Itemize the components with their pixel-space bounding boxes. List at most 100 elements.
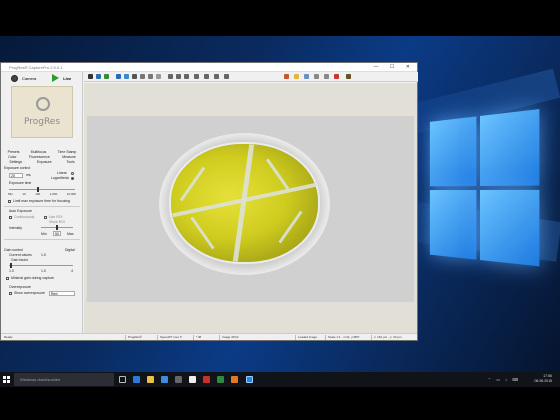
calculator-icon[interactable]	[189, 376, 196, 383]
toolbar	[84, 72, 418, 82]
status-ready: Ready	[4, 335, 13, 339]
text-icon[interactable]	[224, 74, 229, 79]
app-window: ProgRes® CapturePro 2.9.0.1 — ☐ ✕ Camera…	[0, 62, 418, 341]
scale-icon[interactable]	[324, 74, 329, 79]
micrasterias-cell	[171, 144, 318, 262]
task-view-icon[interactable]	[119, 376, 126, 383]
intensity-min: Min	[41, 232, 47, 236]
cell-groove	[190, 216, 215, 250]
live-play-icon[interactable]	[52, 74, 60, 82]
app-icon[interactable]	[231, 376, 238, 383]
show-overexposure-checkbox[interactable]	[9, 292, 12, 295]
linear-radio[interactable]	[71, 172, 74, 175]
left-panel: Camera Live ProgRes Presets Multifocus T…	[1, 72, 83, 334]
current-values-label: Current values	[9, 253, 32, 257]
measure-icon[interactable]	[314, 74, 319, 79]
logarithmic-radio[interactable]	[71, 177, 74, 180]
select-icon[interactable]	[116, 74, 121, 79]
exposure-value-input[interactable]: 20	[9, 173, 23, 178]
screen: ProgRes® CapturePro 2.9.0.1 — ☐ ✕ Camera…	[0, 0, 560, 420]
exposure-unit: ms	[26, 173, 31, 177]
minimal-gain-checkbox[interactable]	[6, 277, 9, 280]
camera-label: Camera	[22, 75, 37, 81]
use-roi-checkbox[interactable]	[44, 216, 47, 219]
rect-icon[interactable]	[184, 74, 189, 79]
gain-factor-value: 1.0	[41, 269, 46, 273]
system-tray-icons[interactable]: ⌃ ▭ ♪ ⌨	[488, 377, 520, 382]
exposure-time-label: Exposure time	[9, 181, 32, 185]
logo-text: ProgRes	[23, 117, 61, 127]
tick-label: 100	[35, 192, 41, 196]
progres-taskbar-icon[interactable]	[246, 376, 253, 383]
limit-exposure-checkbox[interactable]	[8, 200, 11, 203]
zoom-icon[interactable]	[132, 74, 137, 79]
windows-logo	[429, 109, 540, 273]
angle-icon[interactable]	[204, 74, 209, 79]
status-pixel: x: 161 µm · y: 20 µm	[371, 335, 415, 340]
intensity-slider-thumb[interactable]	[56, 225, 58, 230]
micrograph-image[interactable]	[87, 116, 414, 302]
arrow-icon[interactable]	[194, 74, 199, 79]
circle-icon[interactable]	[214, 74, 219, 79]
settings-tool-icon[interactable]	[346, 74, 351, 79]
camera-row: Camera Live	[1, 72, 82, 84]
cell-groove	[179, 166, 206, 202]
tab-settings[interactable]: Settings	[9, 160, 22, 165]
continuously-checkbox[interactable]	[9, 216, 12, 219]
settings-tabs: Presets Multifocus Time Stamp Color Fluo…	[2, 150, 82, 165]
tick-label: 10,000	[66, 192, 76, 196]
gain-slider[interactable]	[9, 265, 73, 266]
image-icon[interactable]	[104, 74, 109, 79]
use-roi-label: Use ROI	[49, 215, 63, 219]
exposure-slider[interactable]	[9, 189, 75, 190]
overexposure-color-select[interactable]: Red	[49, 291, 75, 296]
logo-mark-icon	[36, 97, 50, 111]
gain-control-label: Gain control	[4, 248, 23, 252]
overexposure-label: Overexposure	[9, 285, 31, 289]
edge-icon[interactable]	[133, 376, 140, 383]
color-picker-icon[interactable]	[334, 74, 339, 79]
status-camera: ProgRes®	[125, 335, 155, 340]
intensity-value-input[interactable]: 50	[53, 231, 61, 236]
divider	[4, 206, 80, 207]
tab-exposure[interactable]: Exposure	[37, 160, 52, 165]
fit-icon[interactable]	[124, 74, 129, 79]
window-controls[interactable]: — ☐ ✕	[374, 63, 415, 72]
folder-icon[interactable]	[294, 74, 299, 79]
pointer-icon[interactable]	[168, 74, 173, 79]
app-icon[interactable]	[175, 376, 182, 383]
zoom-out-icon[interactable]	[148, 74, 153, 79]
gain-slider-thumb[interactable]	[10, 263, 12, 268]
window-title: ProgRes® CapturePro 2.9.0.1	[9, 65, 63, 70]
app-icon[interactable]	[217, 376, 224, 383]
store-icon[interactable]	[161, 376, 168, 383]
gain-mode: Digital	[65, 248, 75, 252]
image-viewer[interactable]	[84, 83, 417, 333]
exposure-control-label: Exposure control	[4, 166, 31, 170]
auto-exposure-label: Auto Exposure	[9, 209, 32, 213]
zoom-fit-icon[interactable]	[156, 74, 161, 79]
save-icon[interactable]	[96, 74, 101, 79]
color-tool-icon[interactable]	[284, 74, 289, 79]
camera-tool-icon[interactable]	[88, 74, 93, 79]
app-icon[interactable]	[203, 376, 210, 383]
logarithmic-label: Logarithmic	[51, 176, 70, 180]
tick-label: Min	[8, 192, 13, 196]
taskbar-search[interactable]: Windows durchsuchen	[14, 373, 114, 386]
explorer-icon[interactable]	[147, 376, 154, 383]
cell-groove	[265, 158, 290, 190]
clock[interactable]: 17:56 06.06.2015	[534, 374, 552, 384]
start-button[interactable]	[3, 376, 10, 383]
pen-icon[interactable]	[304, 74, 309, 79]
camera-icon[interactable]	[11, 74, 18, 82]
tab-tools[interactable]: Tools	[66, 160, 74, 165]
zoom-in-icon[interactable]	[140, 74, 145, 79]
current-values: 1.0	[41, 253, 46, 257]
gain-factor-max: 4	[71, 269, 73, 273]
line-icon[interactable]	[176, 74, 181, 79]
status-speed: SpeedXT core 5	[157, 335, 191, 340]
status-bar: Ready ProgRes® SpeedXT core 5 *.tiff Ima…	[1, 333, 417, 340]
taskbar: Windows durchsuchen ⌃ ▭ ♪ ⌨ 17:56 06.06.…	[0, 372, 560, 387]
live-button[interactable]: Live	[63, 76, 71, 81]
gain-factor-min: 1.0	[9, 269, 14, 273]
